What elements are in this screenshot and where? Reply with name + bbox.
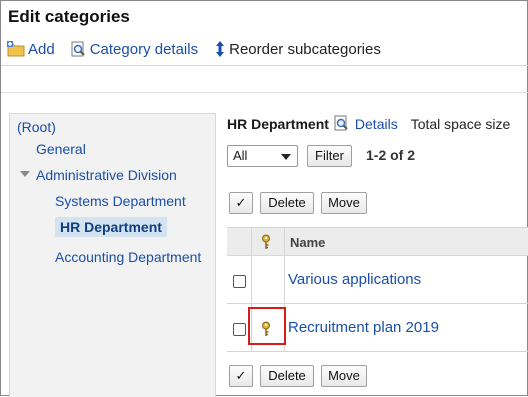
column-divider <box>251 228 252 255</box>
tree-item-accounting-department[interactable]: Accounting Department <box>55 249 201 265</box>
filter-select-value: All <box>233 148 248 163</box>
page-title: Edit categories <box>8 7 130 26</box>
tree-item-administrative-division[interactable]: Administrative Division <box>36 167 177 183</box>
page-count: 1-2 of 2 <box>366 147 416 163</box>
table-header-row: Name <box>227 228 528 256</box>
details-link[interactable]: Details <box>355 116 398 132</box>
row-name-link[interactable]: Recruitment plan 2019 <box>288 319 439 336</box>
collapse-caret-icon[interactable] <box>20 171 30 177</box>
highlight-box <box>248 307 286 345</box>
category-tree: (Root) General Administrative Division S… <box>9 113 216 397</box>
row-checkbox[interactable] <box>233 323 246 336</box>
tree-item-root[interactable]: (Root) <box>17 119 56 135</box>
name-column-header[interactable]: Name <box>290 235 325 250</box>
table-row: Various applications <box>227 256 528 304</box>
move-button[interactable]: Move <box>321 192 367 214</box>
add-label: Add <box>28 40 55 58</box>
chevron-down-icon <box>281 154 291 160</box>
content-divider <box>1 92 528 93</box>
tree-item-systems-department[interactable]: Systems Department <box>55 193 186 209</box>
tree-item-general[interactable]: General <box>36 141 86 157</box>
delete-button[interactable]: Delete <box>260 365 314 387</box>
filter-button[interactable]: Filter <box>307 145 352 167</box>
reorder-subcategories-label: Reorder subcategories <box>229 40 381 58</box>
magnifier-document-icon <box>334 115 350 132</box>
column-divider <box>284 256 285 303</box>
filter-select[interactable]: All <box>227 145 298 167</box>
delete-button[interactable]: Delete <box>260 192 314 214</box>
department-name: HR Department <box>227 115 329 132</box>
toolbar: Add Category details Reorder subcategori… <box>7 39 397 59</box>
folder-add-icon <box>7 41 25 57</box>
category-details-button[interactable]: Category details <box>71 41 198 58</box>
select-all-button[interactable]: ✓ <box>229 365 253 387</box>
magnifier-document-icon <box>71 41 87 58</box>
category-details-label: Category details <box>89 40 199 58</box>
tree-item-hr-department[interactable]: HR Department <box>55 217 167 237</box>
category-header: HR Department Details Total space size <box>227 115 510 132</box>
toolbar-divider <box>1 65 528 66</box>
row-checkbox[interactable] <box>233 275 246 288</box>
up-down-arrow-icon <box>214 40 226 58</box>
move-button[interactable]: Move <box>321 365 367 387</box>
add-button[interactable]: Add <box>7 41 55 58</box>
key-column-icon <box>261 234 271 253</box>
item-table: Name Various applications Recruitment pl… <box>227 227 528 352</box>
select-all-button[interactable]: ✓ <box>229 192 253 214</box>
total-space-label: Total space size <box>410 115 511 132</box>
column-divider <box>251 256 252 303</box>
row-name-link[interactable]: Various applications <box>288 271 421 288</box>
column-divider <box>284 228 285 255</box>
reorder-subcategories-button[interactable]: Reorder subcategories <box>214 40 381 58</box>
